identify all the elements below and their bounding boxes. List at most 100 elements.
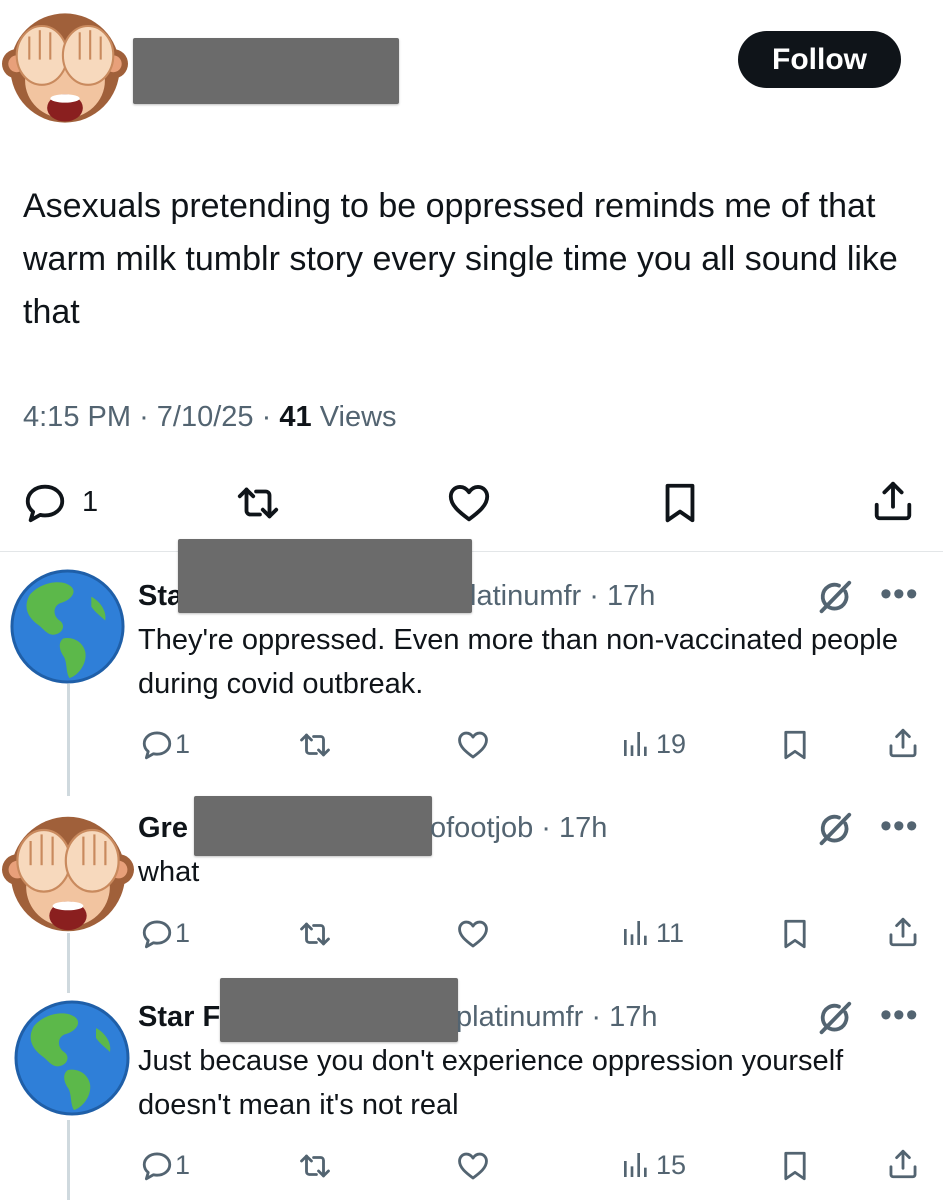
meta-separator: · xyxy=(261,401,272,433)
grok-button[interactable] xyxy=(816,810,854,848)
reply-author-name[interactable]: Star F xyxy=(138,1001,220,1033)
bookmark-icon xyxy=(778,1149,812,1183)
reply-icon xyxy=(140,728,174,762)
views-count: 41 xyxy=(279,401,312,433)
bookmark-icon xyxy=(778,917,812,951)
thread-line xyxy=(67,684,70,796)
views-count: 11 xyxy=(656,918,685,948)
reply-button[interactable] xyxy=(140,728,174,762)
reply-button[interactable] xyxy=(140,917,174,951)
reply-text: what xyxy=(138,856,200,888)
like-button[interactable] xyxy=(444,480,494,526)
like-button[interactable] xyxy=(456,1149,490,1183)
share-button[interactable] xyxy=(870,478,916,524)
bookmark-button[interactable] xyxy=(778,728,812,762)
meta-separator: · xyxy=(541,812,551,844)
views-button[interactable] xyxy=(620,1149,652,1181)
bookmark-icon xyxy=(778,728,812,762)
heart-icon xyxy=(456,728,490,762)
share-button[interactable] xyxy=(886,726,920,760)
follow-button[interactable]: Follow xyxy=(738,31,901,88)
share-button[interactable] xyxy=(886,1147,920,1181)
reply-text: Just because you don't experience oppres… xyxy=(138,1045,844,1121)
reply-author-name[interactable]: Sta xyxy=(138,580,183,612)
reply-handle[interactable]: platinumfr xyxy=(456,1001,583,1033)
monkey-covering-eyes-icon xyxy=(2,5,128,131)
bookmark-button[interactable] xyxy=(778,1149,812,1183)
reply-icon xyxy=(140,1149,174,1183)
more-options-button[interactable]: ••• xyxy=(880,998,919,1032)
grok-icon xyxy=(816,999,854,1037)
grok-icon xyxy=(816,578,854,616)
redacted-username xyxy=(178,539,472,613)
post-text: Asexuals pretending to be oppressed remi… xyxy=(23,187,898,331)
grok-button[interactable] xyxy=(816,999,854,1037)
repost-button[interactable] xyxy=(298,1149,332,1183)
thread-line xyxy=(67,933,70,993)
reply-handle[interactable]: ofootjob xyxy=(430,812,533,844)
share-button[interactable] xyxy=(886,915,920,949)
views-icon xyxy=(620,728,652,760)
views-icon xyxy=(620,1149,652,1181)
reply-avatar[interactable] xyxy=(2,808,134,940)
grok-icon xyxy=(816,810,854,848)
repost-button[interactable] xyxy=(233,480,283,526)
reply-time: 17h xyxy=(609,1001,658,1033)
reply-icon xyxy=(22,480,68,526)
reply-avatar[interactable] xyxy=(12,998,132,1118)
heart-icon xyxy=(444,480,494,526)
repost-icon xyxy=(298,917,332,951)
bookmark-icon xyxy=(657,480,703,526)
repost-icon xyxy=(298,1149,332,1183)
like-button[interactable] xyxy=(456,917,490,951)
share-icon xyxy=(870,478,916,524)
repost-icon xyxy=(233,480,283,526)
post-meta: 4:15 PM · 7/10/25 · 41 Views xyxy=(23,401,397,434)
globe-americas-icon xyxy=(8,567,127,686)
reply-header: Sta xyxy=(138,580,183,613)
reply-header: Gre xyxy=(138,812,188,845)
reply-count: 1 xyxy=(175,729,191,759)
thread-line xyxy=(67,1120,70,1200)
grok-button[interactable] xyxy=(816,578,854,616)
repost-icon xyxy=(298,728,332,762)
reply-handle-time: latinumfr · 17h xyxy=(470,580,655,613)
views-label[interactable]: Views xyxy=(320,401,397,433)
globe-americas-icon xyxy=(12,998,132,1118)
bookmark-button[interactable] xyxy=(657,480,703,526)
reply-count: 1 xyxy=(82,486,99,518)
repost-button[interactable] xyxy=(298,917,332,951)
reply-icon xyxy=(140,917,174,951)
repost-button[interactable] xyxy=(298,728,332,762)
post-date: 7/10/25 xyxy=(156,401,254,433)
views-button[interactable] xyxy=(620,917,652,949)
post-time: 4:15 PM xyxy=(23,401,131,433)
more-options-button[interactable]: ••• xyxy=(880,577,919,611)
meta-separator: · xyxy=(139,401,149,433)
views-count: 15 xyxy=(656,1150,687,1180)
reply-count: 1 xyxy=(175,918,191,948)
redacted-username xyxy=(220,978,458,1042)
heart-icon xyxy=(456,917,490,951)
bookmark-button[interactable] xyxy=(778,917,812,951)
reply-handle-time: platinumfr · 17h xyxy=(456,1001,658,1034)
like-button[interactable] xyxy=(456,728,490,762)
monkey-covering-eyes-icon xyxy=(2,808,134,940)
more-options-button[interactable]: ••• xyxy=(880,809,919,843)
reply-handle-time: ofootjob · 17h xyxy=(430,812,607,845)
reply-button[interactable] xyxy=(140,1149,174,1183)
reply-avatar[interactable] xyxy=(8,567,127,686)
reply-time: 17h xyxy=(559,812,608,844)
author-avatar[interactable] xyxy=(2,5,128,131)
reply-handle[interactable]: latinumfr xyxy=(470,580,581,612)
views-button[interactable] xyxy=(620,728,652,760)
redacted-username xyxy=(194,796,432,856)
reply-author-name[interactable]: Gre xyxy=(138,812,188,844)
redacted-author-name xyxy=(133,38,399,104)
heart-icon xyxy=(456,1149,490,1183)
share-icon xyxy=(886,915,920,949)
views-count: 19 xyxy=(656,729,687,759)
reply-count: 1 xyxy=(175,1150,191,1180)
reply-button[interactable] xyxy=(22,480,68,526)
reply-time: 17h xyxy=(607,580,656,612)
